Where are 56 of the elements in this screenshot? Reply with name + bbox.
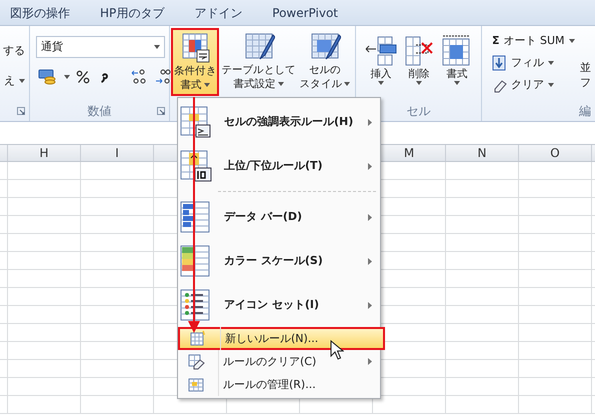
- menu-item[interactable]: セルの強調表示ルール(H): [180, 100, 378, 144]
- ribbon-command[interactable]: Σ オート SUM: [492, 30, 566, 52]
- ribbon-tab[interactable]: 図形の操作: [0, 0, 85, 25]
- ribbon-button[interactable]: 書式: [438, 32, 476, 88]
- group-label: 編: [579, 103, 591, 120]
- mouse-pointer-icon: [330, 340, 344, 360]
- percent-icon[interactable]: [76, 70, 90, 84]
- dialog-launcher-icon[interactable]: [157, 107, 165, 115]
- ribbon-button[interactable]: 条件付き 書式: [171, 28, 220, 96]
- dropdown-caret-icon: [154, 45, 160, 49]
- group-label: セル: [406, 103, 430, 120]
- fill-down-icon: [492, 55, 507, 71]
- ribbon-command[interactable]: フ: [580, 75, 591, 90]
- group-label: 数値: [88, 103, 112, 120]
- ribbon-command[interactable]: え: [4, 72, 15, 90]
- clear-rules-icon: [187, 353, 205, 370]
- ribbon-button[interactable]: 挿入: [362, 32, 400, 88]
- currency-icon[interactable]: [38, 68, 58, 86]
- insert-cells-icon: [364, 35, 398, 67]
- dropdown-caret-icon: [19, 79, 25, 83]
- format-value: 通貨: [41, 38, 63, 55]
- ribbon-command[interactable]: する: [3, 42, 25, 60]
- dropdown-caret-icon: [568, 39, 575, 43]
- dropdown-caret-icon: [548, 61, 554, 65]
- dropdown-caret-icon: [278, 82, 284, 86]
- menu-item[interactable]: ルールの管理(R)...: [180, 373, 378, 396]
- dropdown-caret-icon: [378, 81, 384, 85]
- manage-rules-icon: [187, 376, 205, 393]
- column-header: N: [446, 145, 519, 161]
- new-rule-icon: [189, 330, 207, 347]
- dialog-launcher-icon[interactable]: [17, 107, 25, 115]
- menu-item[interactable]: データ バー(D): [180, 195, 378, 239]
- dropdown-caret-icon: [64, 75, 70, 79]
- menu-item[interactable]: 新しいルール(N)...: [178, 327, 385, 350]
- menu-item[interactable]: カラー スケール(S): [180, 239, 378, 283]
- column-header: H: [8, 145, 81, 161]
- increase-decimal-icon[interactable]: [130, 69, 148, 85]
- ribbon-command[interactable]: クリア: [492, 74, 566, 96]
- ribbon-tab[interactable]: PowerPivot: [257, 0, 354, 25]
- column-header: I: [81, 145, 154, 161]
- ribbon-tab[interactable]: アドイン: [179, 0, 258, 25]
- ribbon-command[interactable]: フィル: [492, 52, 566, 74]
- ribbon-command[interactable]: 並: [580, 60, 591, 75]
- number-format-dropdown[interactable]: 通貨: [36, 36, 165, 58]
- dropdown-caret-icon: [548, 83, 554, 87]
- dropdown-caret-icon: [454, 81, 460, 85]
- decrease-decimal-icon[interactable]: [154, 69, 172, 85]
- dropdown-caret-icon: [344, 82, 350, 86]
- column-header: O: [519, 145, 592, 161]
- ribbon-button[interactable]: セルの スタイル: [298, 28, 352, 94]
- ribbon-tab[interactable]: HP用のタブ: [85, 0, 180, 25]
- ribbon-button[interactable]: 削除: [400, 32, 438, 88]
- dropdown-caret-icon: [204, 83, 210, 87]
- menu-item[interactable]: アイコン セット(I): [180, 283, 378, 327]
- ribbon-button[interactable]: テーブルとして 書式設定: [219, 28, 298, 94]
- dropdown-caret-icon: [416, 81, 422, 85]
